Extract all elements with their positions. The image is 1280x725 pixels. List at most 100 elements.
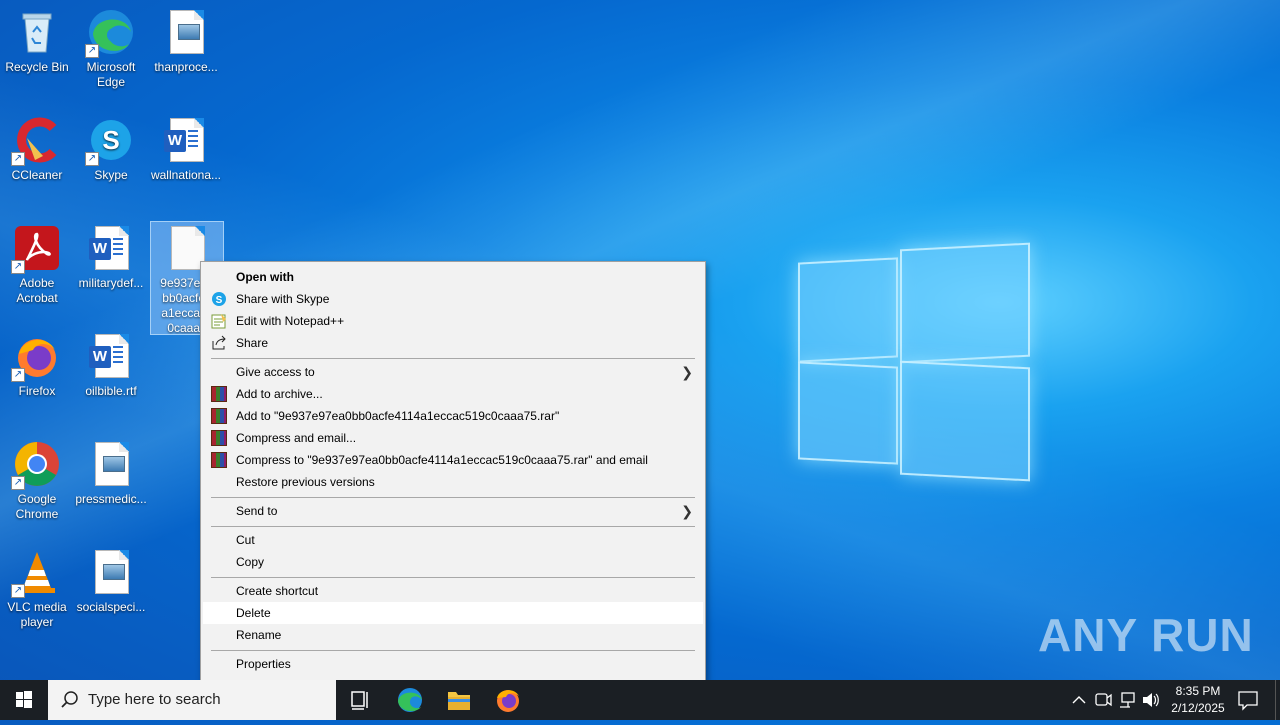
chrome-icon: ↗ bbox=[11, 440, 61, 490]
taskbar-search-box[interactable]: Type here to search bbox=[48, 680, 336, 720]
word-document-icon: W bbox=[162, 116, 210, 164]
desktop-icon-label: socialspeci... bbox=[76, 600, 146, 614]
menu-item-compress-to-rar-and-email[interactable]: Compress to "9e937e97ea0bb0acfe4114a1ecc… bbox=[203, 449, 703, 471]
desktop-icon-label: Microsoft Edge bbox=[86, 60, 136, 89]
menu-item-edit-with-notepadpp[interactable]: Edit with Notepad++ bbox=[203, 310, 703, 332]
winrar-icon bbox=[211, 430, 227, 446]
network-icon bbox=[1120, 692, 1135, 708]
camera-icon bbox=[1095, 693, 1112, 707]
tray-network-button[interactable] bbox=[1116, 680, 1138, 720]
desktop-icon-label: wallnationa... bbox=[150, 168, 222, 182]
desktop-icon-oilbible[interactable]: W oilbible.rtf bbox=[75, 330, 147, 399]
menu-item-label: Share with Skype bbox=[236, 292, 330, 306]
speaker-icon bbox=[1143, 693, 1159, 707]
menu-item-share[interactable]: Share bbox=[203, 332, 703, 354]
windows-start-icon bbox=[16, 691, 32, 708]
word-document-icon: W bbox=[87, 332, 135, 380]
menu-item-rename[interactable]: Rename bbox=[203, 624, 703, 646]
task-view-button[interactable] bbox=[336, 680, 384, 720]
desktop-icon-pressmedic[interactable]: pressmedic... bbox=[75, 438, 147, 507]
menu-item-delete[interactable]: Delete bbox=[203, 602, 703, 624]
menu-item-cut[interactable]: Cut bbox=[203, 529, 703, 551]
menu-item-add-to-archive[interactable]: Add to archive... bbox=[203, 383, 703, 405]
desktop-icon-label: VLC media player bbox=[7, 600, 67, 629]
menu-item-label: Copy bbox=[236, 555, 265, 569]
taskbar-edge-button[interactable] bbox=[386, 680, 434, 720]
vlc-icon: ↗ bbox=[11, 548, 61, 598]
context-menu: Open with S Share with Skype Edit with N… bbox=[200, 261, 706, 683]
show-hidden-icons-button[interactable] bbox=[1068, 680, 1090, 720]
chevron-up-icon bbox=[1072, 696, 1086, 704]
desktop-icon-wallnationa[interactable]: W wallnationa... bbox=[150, 114, 222, 183]
desktop-icon-firefox[interactable]: ↗ Firefox bbox=[1, 330, 73, 399]
desktop-icon-adobe-acrobat[interactable]: ↗ Adobe Acrobat bbox=[1, 222, 73, 306]
winrar-icon bbox=[211, 386, 227, 402]
shortcut-arrow-icon: ↗ bbox=[11, 584, 25, 598]
taskbar-file-explorer-button[interactable] bbox=[435, 680, 483, 720]
desktop-icon-label: Recycle Bin bbox=[5, 60, 69, 74]
ccleaner-icon: ↗ bbox=[11, 116, 61, 166]
show-desktop-button[interactable] bbox=[1275, 680, 1280, 720]
desktop-icon-label: pressmedic... bbox=[75, 492, 147, 506]
menu-separator bbox=[211, 526, 695, 527]
menu-item-label: Rename bbox=[236, 628, 282, 642]
taskbar-firefox-button[interactable] bbox=[484, 680, 532, 720]
menu-item-label: Give access to bbox=[236, 365, 315, 379]
desktop-icon-militarydef[interactable]: W militarydef... bbox=[75, 222, 147, 291]
tray-meet-now-button[interactable] bbox=[1092, 680, 1114, 720]
shortcut-arrow-icon: ↗ bbox=[11, 152, 25, 166]
menu-item-label: Cut bbox=[236, 533, 255, 547]
desktop-icon-thanproce[interactable]: thanproce... bbox=[150, 6, 222, 75]
anyrun-watermark: ANY RUN bbox=[1038, 609, 1254, 661]
desktop-icon-microsoft-edge[interactable]: ↗ Microsoft Edge bbox=[75, 6, 147, 90]
notification-icon bbox=[1238, 691, 1258, 711]
action-center-button[interactable] bbox=[1232, 680, 1264, 720]
image-file-icon bbox=[87, 548, 135, 596]
tray-volume-button[interactable] bbox=[1140, 680, 1162, 720]
desktop-icon-google-chrome[interactable]: ↗ Google Chrome bbox=[1, 438, 73, 522]
task-view-icon bbox=[351, 691, 368, 710]
menu-item-copy[interactable]: Copy bbox=[203, 551, 703, 573]
menu-item-give-access-to[interactable]: Give access to ❯ bbox=[203, 361, 703, 383]
submenu-arrow-icon: ❯ bbox=[681, 503, 693, 519]
menu-item-send-to[interactable]: Send to ❯ bbox=[203, 500, 703, 522]
share-icon bbox=[211, 335, 227, 351]
desktop-icon-label: Firefox bbox=[18, 384, 56, 398]
desktop-icon-skype[interactable]: S ↗ Skype bbox=[75, 114, 147, 183]
start-button[interactable] bbox=[0, 680, 48, 720]
clock-date: 2/12/2025 bbox=[1171, 701, 1225, 715]
winrar-icon bbox=[211, 408, 227, 424]
taskbar: Type here to search 8:35 PM 2/12/2025 bbox=[0, 680, 1280, 720]
desktop-icon-vlc[interactable]: ↗ VLC media player bbox=[1, 546, 73, 630]
svg-text:S: S bbox=[216, 295, 223, 306]
menu-separator bbox=[211, 577, 695, 578]
menu-item-label: Create shortcut bbox=[236, 584, 319, 598]
menu-item-label: Open with bbox=[236, 270, 294, 284]
menu-item-add-to-rar[interactable]: Add to "9e937e97ea0bb0acfe4114a1eccac519… bbox=[203, 405, 703, 427]
desktop-icon-socialspeci[interactable]: socialspeci... bbox=[75, 546, 147, 615]
menu-item-create-shortcut[interactable]: Create shortcut bbox=[203, 580, 703, 602]
word-document-icon: W bbox=[87, 224, 135, 272]
shortcut-arrow-icon: ↗ bbox=[11, 368, 25, 382]
firefox-icon: ↗ bbox=[11, 332, 61, 382]
menu-item-label: Add to "9e937e97ea0bb0acfe4114a1eccac519… bbox=[236, 409, 560, 423]
svg-text:S: S bbox=[102, 125, 119, 155]
menu-item-label: Compress to "9e937e97ea0bb0acfe4114a1ecc… bbox=[236, 453, 648, 467]
menu-item-properties[interactable]: Properties bbox=[203, 653, 703, 675]
menu-item-label: Edit with Notepad++ bbox=[236, 314, 345, 328]
menu-separator bbox=[211, 497, 695, 498]
desktop-icon-recycle-bin[interactable]: Recycle Bin bbox=[1, 6, 73, 75]
acrobat-icon: ↗ bbox=[11, 224, 61, 274]
menu-item-open-with[interactable]: Open with bbox=[203, 266, 703, 288]
taskbar-clock[interactable]: 8:35 PM 2/12/2025 bbox=[1160, 683, 1236, 717]
menu-item-restore-previous-versions[interactable]: Restore previous versions bbox=[203, 471, 703, 493]
desktop-icon-label: Google Chrome bbox=[15, 492, 59, 521]
desktop-icon-ccleaner[interactable]: ↗ CCleaner bbox=[1, 114, 73, 183]
shortcut-arrow-icon: ↗ bbox=[85, 44, 99, 58]
menu-item-share-with-skype[interactable]: S Share with Skype bbox=[203, 288, 703, 310]
menu-item-label: Restore previous versions bbox=[236, 475, 375, 489]
image-file-icon bbox=[162, 8, 210, 56]
shortcut-arrow-icon: ↗ bbox=[85, 152, 99, 166]
menu-item-label: Share bbox=[236, 336, 269, 350]
menu-item-compress-and-email[interactable]: Compress and email... bbox=[203, 427, 703, 449]
